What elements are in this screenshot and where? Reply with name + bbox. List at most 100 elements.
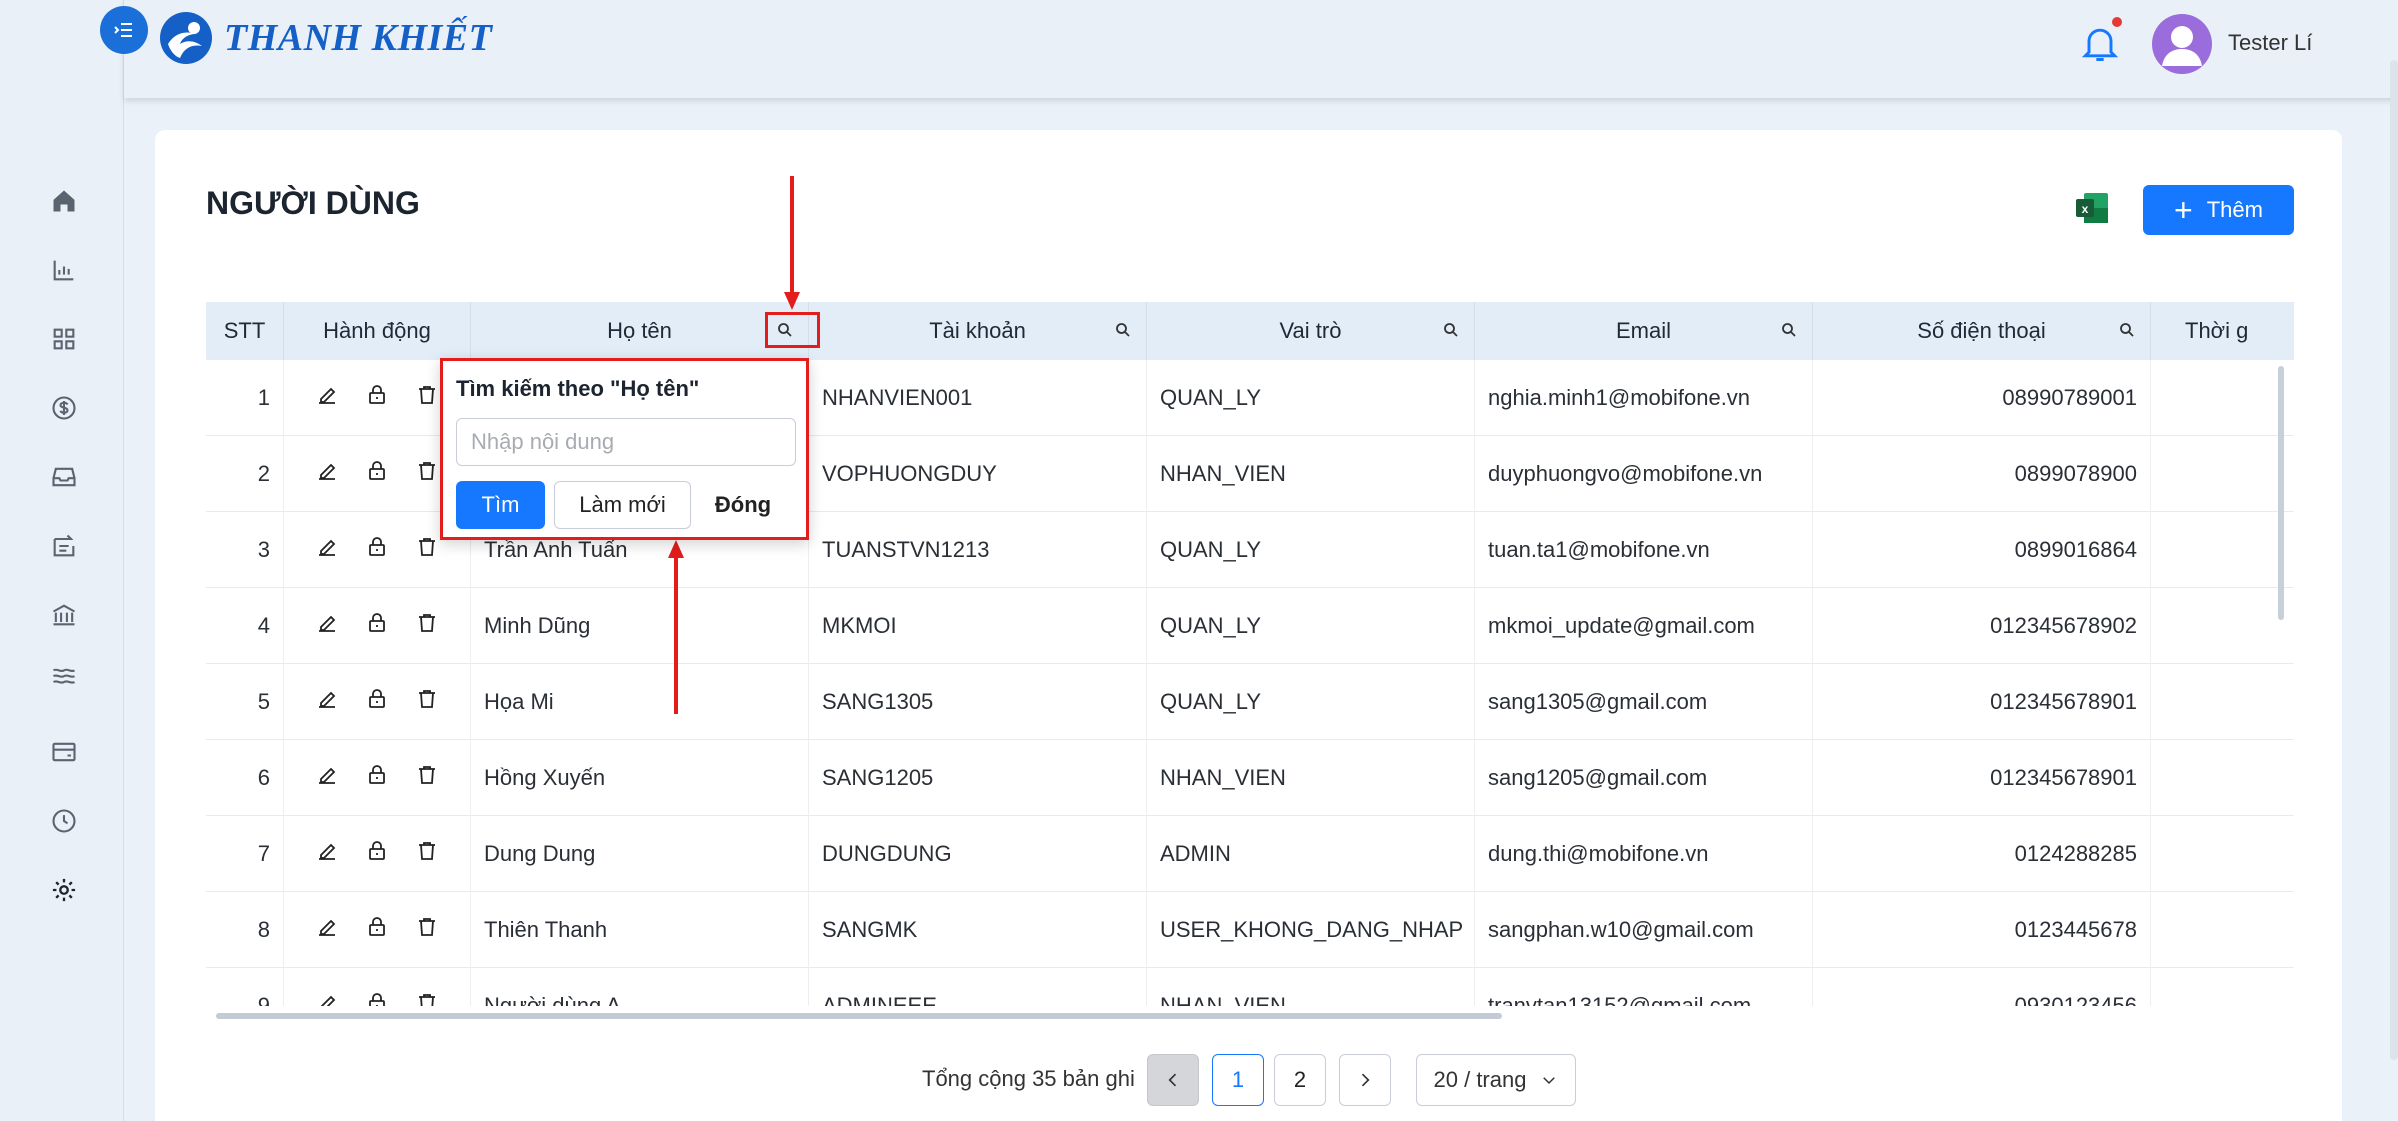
cell-time	[2151, 740, 2294, 816]
delete-icon[interactable]	[415, 991, 439, 1006]
cell-email: sang1205@gmail.com	[1475, 740, 1813, 816]
delete-icon[interactable]	[415, 459, 439, 489]
cell-role: ADMIN	[1147, 816, 1475, 892]
bank-icon[interactable]	[46, 597, 82, 633]
edit-icon[interactable]	[315, 915, 339, 945]
transfer-icon[interactable]	[46, 528, 82, 564]
add-button-label: Thêm	[2206, 197, 2263, 222]
reset-button[interactable]: Làm mới	[554, 481, 691, 529]
delete-icon[interactable]	[415, 915, 439, 945]
page-size-select[interactable]: 20 / trang	[1416, 1054, 1576, 1106]
cell-phone: 0123445678	[1813, 892, 2151, 968]
col-account: Tài khoản	[809, 302, 1147, 360]
user-name[interactable]: Tester Lí	[2228, 30, 2312, 56]
delete-icon[interactable]	[415, 687, 439, 717]
lock-icon[interactable]	[365, 839, 389, 869]
lock-icon[interactable]	[365, 535, 389, 565]
lock-icon[interactable]	[365, 991, 389, 1006]
excel-export-icon[interactable]: x	[2074, 190, 2110, 226]
cell-account: NHANVIEN001	[809, 360, 1147, 436]
search-phone-icon[interactable]	[2118, 321, 2136, 339]
cell-account: DUNGDUNG	[809, 816, 1147, 892]
lock-icon[interactable]	[365, 763, 389, 793]
cell-stt: 5	[206, 664, 284, 740]
cell-name: Họa Mi	[471, 664, 809, 740]
user-avatar-icon	[2162, 26, 2202, 66]
search-account-icon[interactable]	[1114, 321, 1132, 339]
lock-icon[interactable]	[365, 383, 389, 413]
table-horizontal-scrollbar[interactable]	[216, 1013, 1502, 1019]
home-icon[interactable]	[46, 183, 82, 219]
sidebar	[0, 0, 124, 1121]
col-role-label: Vai trò	[1279, 318, 1342, 343]
prev-page-button[interactable]	[1147, 1054, 1199, 1106]
cell-time	[2151, 664, 2294, 740]
cell-phone: 0899016864	[1813, 512, 2151, 588]
edit-icon[interactable]	[315, 687, 339, 717]
history-icon[interactable]	[46, 803, 82, 839]
edit-icon[interactable]	[315, 991, 339, 1006]
wallet-icon[interactable]	[46, 734, 82, 770]
cell-time	[2151, 968, 2294, 1006]
edit-icon[interactable]	[315, 459, 339, 489]
table-row: 7 Dung Dung DUNGDUNG ADMIN dung.thi@mobifone…	[206, 816, 2294, 892]
cell-email: nghia.minh1@mobifone.vn	[1475, 360, 1813, 436]
page-scrollbar[interactable]	[2390, 60, 2398, 1060]
search-input[interactable]	[456, 418, 796, 466]
table-row: 9 Người dùng A ADMINEEE NHAN_VIEN tranvtan13…	[206, 968, 2294, 1006]
col-account-label: Tài khoản	[929, 318, 1026, 343]
annotation-arrow-down	[784, 176, 800, 310]
edit-icon[interactable]	[315, 535, 339, 565]
edit-icon[interactable]	[315, 611, 339, 641]
table-vertical-scrollbar[interactable]	[2278, 366, 2284, 620]
page-1-button[interactable]: 1	[1212, 1054, 1264, 1106]
delete-icon[interactable]	[415, 383, 439, 413]
annotation-highlight-box	[765, 312, 820, 348]
cell-phone: 0899078900	[1813, 436, 2151, 512]
cell-account: TUANSTVN1213	[809, 512, 1147, 588]
cell-phone: 08990789001	[1813, 360, 2151, 436]
cell-email: mkmoi_update@gmail.com	[1475, 588, 1813, 664]
lock-icon[interactable]	[365, 459, 389, 489]
cell-account: VOPHUONGDUY	[809, 436, 1147, 512]
close-button[interactable]: Đóng	[701, 481, 785, 529]
search-email-icon[interactable]	[1780, 321, 1798, 339]
lock-icon[interactable]	[365, 611, 389, 641]
find-button[interactable]: Tìm	[456, 481, 545, 529]
cell-name: Thiên Thanh	[471, 892, 809, 968]
inbox-icon[interactable]	[46, 459, 82, 495]
delete-icon[interactable]	[415, 763, 439, 793]
cell-phone: 0930123456	[1813, 968, 2151, 1006]
delete-icon[interactable]	[415, 611, 439, 641]
cell-account: SANG1305	[809, 664, 1147, 740]
edit-icon[interactable]	[315, 763, 339, 793]
notification-dot	[2112, 17, 2122, 27]
page-2-button[interactable]: 2	[1274, 1054, 1326, 1106]
avatar[interactable]	[2152, 14, 2212, 74]
chart-icon[interactable]	[46, 252, 82, 288]
add-button[interactable]: + Thêm	[2143, 185, 2294, 235]
dollar-icon[interactable]	[46, 390, 82, 426]
chevron-down-icon	[1543, 1077, 1556, 1085]
table-row: 8 Thiên Thanh SANGMK USER_KHONG_DANG_NHAP sa…	[206, 892, 2294, 968]
settings-icon[interactable]	[46, 872, 82, 908]
next-page-button[interactable]	[1339, 1054, 1391, 1106]
search-popup: Tìm kiếm theo "Họ tên" Tìm Làm mới Đóng	[440, 358, 809, 540]
edit-icon[interactable]	[315, 839, 339, 869]
waves-icon[interactable]	[46, 657, 82, 693]
logo-text: THANH KHIẾT	[224, 17, 493, 59]
pagination-total: Tổng cộng 35 bản ghi	[922, 1066, 1135, 1091]
cell-phone: 012345678901	[1813, 664, 2151, 740]
cell-time	[2151, 512, 2294, 588]
cell-role: USER_KHONG_DANG_NHAP	[1147, 892, 1475, 968]
app-logo[interactable]: THANH KHIẾT	[158, 10, 492, 66]
edit-icon[interactable]	[315, 383, 339, 413]
lock-icon[interactable]	[365, 915, 389, 945]
delete-icon[interactable]	[415, 839, 439, 869]
lock-icon[interactable]	[365, 687, 389, 717]
search-role-icon[interactable]	[1442, 321, 1460, 339]
menu-collapse-button[interactable]	[100, 6, 148, 54]
delete-icon[interactable]	[415, 535, 439, 565]
grid-icon[interactable]	[46, 321, 82, 357]
col-name: Họ tên	[471, 302, 809, 360]
